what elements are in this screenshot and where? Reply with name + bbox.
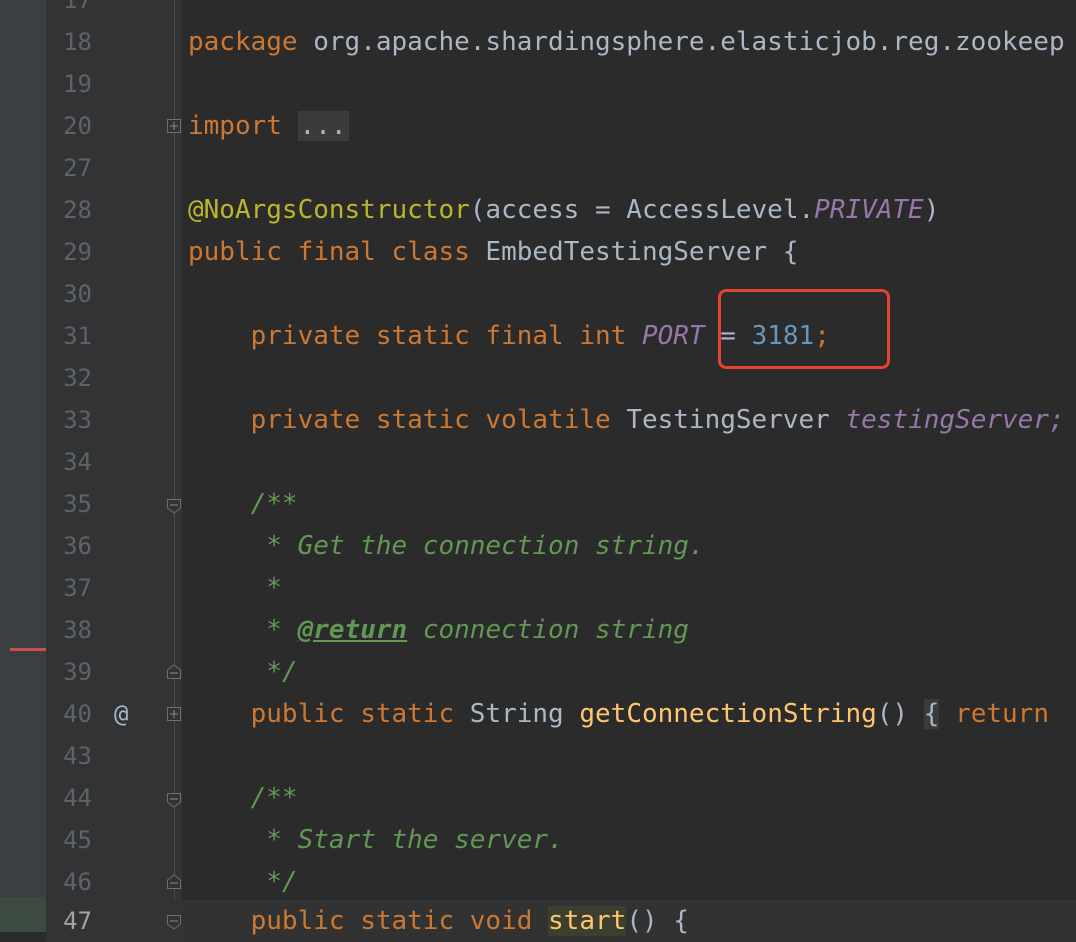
line-number: 27 xyxy=(63,154,92,182)
folded-body-brace[interactable]: { xyxy=(923,699,940,729)
brace: { xyxy=(782,237,799,267)
line-number: 18 xyxy=(63,28,92,56)
line-number: 46 xyxy=(63,868,92,896)
modifiers: public final class xyxy=(188,237,470,267)
code-line-doc[interactable]: /** xyxy=(188,777,1076,819)
code-line-doc[interactable]: /** xyxy=(188,483,1076,525)
line-number: 34 xyxy=(63,448,92,476)
code-line-get-connection-string[interactable]: public static String getConnectionString… xyxy=(188,693,1076,735)
code-line-server-field[interactable]: private static volatile TestingServer te… xyxy=(188,399,1076,441)
line-number: 35 xyxy=(63,490,92,518)
fold-collapse-icon[interactable] xyxy=(166,792,182,808)
fold-collapse-icon[interactable] xyxy=(166,498,182,514)
left-tool-strip xyxy=(0,0,46,932)
field-name: PORT xyxy=(641,321,705,351)
package-name: org.apache.shardingsphere.elasticjob.reg… xyxy=(313,27,1065,57)
folded-imports[interactable]: ... xyxy=(297,111,349,141)
fold-end-icon[interactable] xyxy=(166,664,182,680)
method-name: getConnectionString xyxy=(579,699,877,729)
line-number: 38 xyxy=(63,616,92,644)
error-stripe-marker xyxy=(10,648,46,651)
code-line-doc[interactable]: */ xyxy=(188,651,1076,693)
constant: PRIVATE xyxy=(814,195,924,225)
doc-comment: */ xyxy=(250,867,298,897)
code-line-doc[interactable]: * Get the connection string. xyxy=(188,525,1076,567)
line-number: 40 xyxy=(63,700,92,728)
line-number: 45 xyxy=(63,826,92,854)
code-line-import[interactable]: import ... xyxy=(188,105,1076,147)
doc-comment: connection string xyxy=(407,615,689,645)
line-number: 36 xyxy=(63,532,92,560)
line-number: 43 xyxy=(63,742,92,770)
modifiers: public static xyxy=(250,699,455,729)
parens: () xyxy=(876,699,909,729)
line-number-current: 47 xyxy=(63,907,92,935)
code-line-doc[interactable]: * Start the server. xyxy=(188,819,1076,861)
line-number: 33 xyxy=(63,406,92,434)
modifiers: private static final int xyxy=(250,321,627,351)
fold-collapse-icon[interactable] xyxy=(166,914,182,930)
code-line-annotation[interactable]: @NoArgsConstructor(access = AccessLevel.… xyxy=(188,189,1076,231)
side-active-indicator xyxy=(0,897,46,932)
line-number: 19 xyxy=(63,70,92,98)
keyword: package xyxy=(188,27,298,57)
code-line-start-method[interactable]: public static void start() { xyxy=(188,900,1076,942)
doc-comment: * xyxy=(250,573,282,603)
doc-comment: * Get the connection string. xyxy=(250,531,705,561)
line-number: 28 xyxy=(63,196,92,224)
modifiers: private static volatile xyxy=(250,405,611,435)
port-value-highlight-box xyxy=(718,289,890,369)
line-number: 20 xyxy=(63,112,92,140)
fold-end-icon[interactable] xyxy=(166,874,182,890)
doc-comment: * Start the server. xyxy=(250,825,564,855)
doc-comment: */ xyxy=(250,657,298,687)
paren-close: ) xyxy=(923,195,940,225)
class-name: EmbedTestingServer xyxy=(485,237,768,267)
type-name: TestingServer xyxy=(626,405,830,435)
line-number: 31 xyxy=(63,322,92,350)
code-line-class-decl[interactable]: public final class EmbedTestingServer { xyxy=(188,231,1076,273)
type-name: String xyxy=(469,699,564,729)
annotation: @NoArgsConstructor xyxy=(188,195,470,225)
code-line-doc[interactable]: * @return connection string xyxy=(188,609,1076,651)
keyword: import xyxy=(188,111,282,141)
doc-comment: /** xyxy=(250,489,298,519)
line-number: 39 xyxy=(63,658,92,686)
code-line-port-field[interactable]: private static final int PORT = 3181; xyxy=(188,315,1076,357)
doc-comment: /** xyxy=(250,783,298,813)
line-number: 29 xyxy=(63,238,92,266)
override-gutter-icon[interactable]: @ xyxy=(114,693,128,735)
line-number: 37 xyxy=(63,574,92,602)
keyword: return xyxy=(955,699,1049,729)
fold-expand-icon[interactable] xyxy=(166,118,182,134)
line-number: 44 xyxy=(63,784,92,812)
doc-tag-return: @return xyxy=(297,615,408,645)
code-line-doc[interactable]: * xyxy=(188,567,1076,609)
code-line-doc[interactable]: */ xyxy=(188,861,1076,903)
annotation-args: (access = AccessLevel. xyxy=(469,195,815,225)
line-number: 32 xyxy=(63,364,92,392)
code-line-package[interactable]: package org.apache.shardingsphere.elasti… xyxy=(188,21,1076,63)
line-number: 17 xyxy=(63,0,92,14)
fold-expand-icon[interactable] xyxy=(166,706,182,722)
doc-comment: * xyxy=(250,615,298,645)
line-number: 30 xyxy=(63,280,92,308)
field-name: testingServer; xyxy=(845,405,1065,435)
